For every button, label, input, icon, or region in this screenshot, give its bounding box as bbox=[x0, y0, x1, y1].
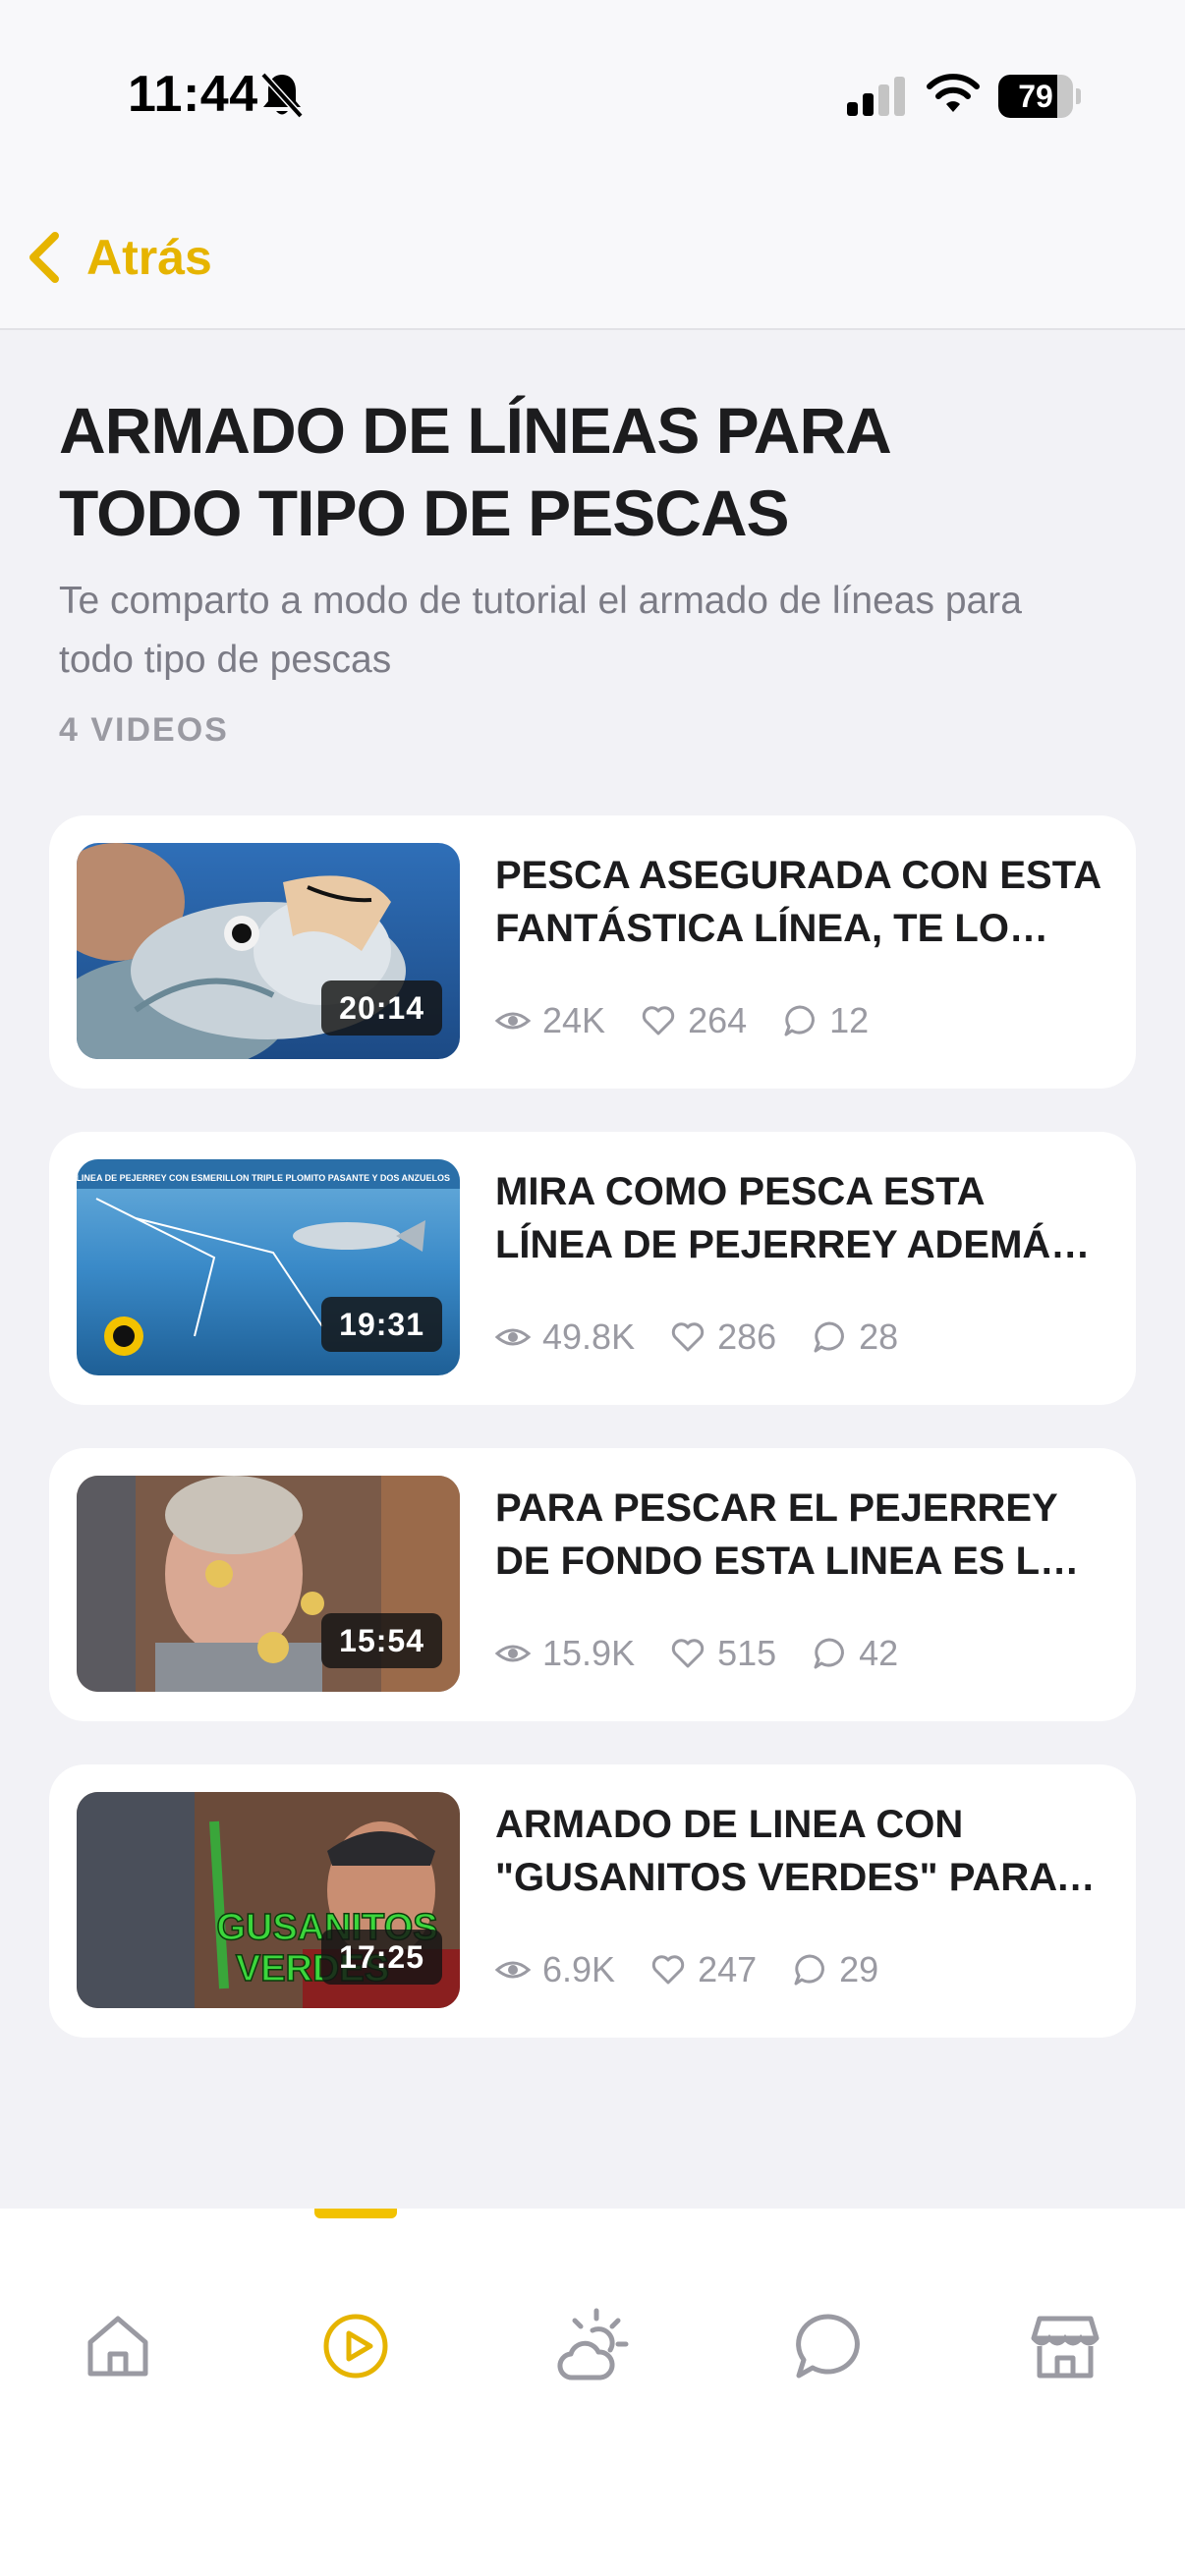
battery-level: 79 bbox=[1018, 79, 1053, 114]
video-title: ARMADO DE LINEA CON "GUSANITOS VERDES" P… bbox=[495, 1803, 1056, 1899]
video-duration: 19:31 bbox=[321, 1297, 442, 1352]
home-icon bbox=[87, 2316, 148, 2377]
cellular-signal-icon bbox=[847, 77, 905, 116]
video-stats: 24K 264 12 bbox=[495, 1000, 904, 1041]
video-stats: 6.9K 247 29 bbox=[495, 1949, 914, 1990]
back-button[interactable]: Atrás bbox=[22, 218, 212, 297]
comment-count: 28 bbox=[859, 1316, 899, 1357]
video-thumbnail: 20:14 bbox=[77, 843, 460, 1059]
heart-icon bbox=[671, 1639, 705, 1668]
view-count: 24K bbox=[542, 1000, 606, 1040]
battery-indicator: 79 bbox=[998, 75, 1081, 118]
thumbnail-caption: LINEA DE PEJERREY CON ESMERILLON TRIPLE … bbox=[77, 1173, 450, 1183]
comment-icon bbox=[784, 1005, 816, 1036]
tab-weather[interactable] bbox=[553, 2307, 632, 2385]
bell-slash-icon bbox=[260, 72, 304, 119]
back-label: Atrás bbox=[86, 230, 212, 285]
tab-chat[interactable] bbox=[789, 2307, 868, 2385]
heart-icon bbox=[651, 1955, 685, 1985]
video-duration: 15:54 bbox=[321, 1613, 442, 1668]
comment-count: 29 bbox=[839, 1949, 879, 1989]
comment-icon bbox=[814, 1638, 845, 1669]
view-count: 6.9K bbox=[542, 1949, 616, 1989]
status-bar: 11:44 79 bbox=[0, 0, 1185, 196]
status-time: 11:44 bbox=[128, 66, 258, 123]
heart-icon bbox=[671, 1322, 705, 1352]
video-stats: 15.9K 515 42 bbox=[495, 1633, 933, 1674]
eye-icon bbox=[495, 1961, 531, 1979]
comment-count: 12 bbox=[829, 1000, 870, 1040]
like-count: 247 bbox=[698, 1949, 758, 1989]
comment-count: 42 bbox=[859, 1633, 899, 1673]
store-icon bbox=[1031, 2316, 1100, 2379]
eye-icon bbox=[495, 1645, 531, 1662]
video-stats: 49.8K 286 28 bbox=[495, 1316, 933, 1358]
video-thumbnail: 15:54 bbox=[77, 1476, 460, 1692]
video-duration: 17:25 bbox=[321, 1930, 442, 1985]
video-list: 20:14 PESCA ASEGURADA CON ESTA FANTÁSTIC… bbox=[49, 815, 1136, 2081]
chat-icon bbox=[796, 2314, 860, 2379]
page-title: ARMADO DE LÍNEAS PARA TODO TIPO DE PESCA… bbox=[59, 394, 889, 549]
tab-home[interactable] bbox=[79, 2307, 157, 2385]
weather-icon bbox=[557, 2308, 629, 2380]
comment-icon bbox=[794, 1954, 825, 1986]
comment-icon bbox=[814, 1321, 845, 1353]
tab-store[interactable] bbox=[1026, 2307, 1104, 2385]
like-count: 515 bbox=[717, 1633, 777, 1673]
tab-bar bbox=[0, 2209, 1185, 2576]
video-card[interactable]: LINEA DE PEJERREY CON ESMERILLON TRIPLE … bbox=[49, 1132, 1136, 1405]
active-tab-indicator bbox=[314, 2209, 397, 2218]
video-card[interactable]: GUSANITOS VERDES 17:25 ARMADO DE LINEA C… bbox=[49, 1764, 1136, 2038]
wifi-icon bbox=[927, 74, 980, 112]
video-title: PESCA ASEGURADA CON ESTA FANTÁSTICA LÍNE… bbox=[495, 854, 1100, 950]
eye-icon bbox=[495, 1012, 531, 1030]
heart-icon bbox=[642, 1006, 675, 1036]
video-title: MIRA COMO PESCA ESTA LÍNEA DE PEJERREY A… bbox=[495, 1170, 1077, 1266]
tab-videos[interactable] bbox=[316, 2307, 395, 2385]
video-card[interactable]: 20:14 PESCA ASEGURADA CON ESTA FANTÁSTIC… bbox=[49, 815, 1136, 1089]
video-card[interactable]: 15:54 PARA PESCAR EL PEJERREY DE FONDO E… bbox=[49, 1448, 1136, 1721]
video-title: PARA PESCAR EL PEJERREY DE FONDO ESTA LI… bbox=[495, 1486, 1067, 1583]
video-duration: 20:14 bbox=[321, 980, 442, 1036]
like-count: 286 bbox=[717, 1316, 777, 1357]
view-count: 15.9K bbox=[542, 1633, 636, 1673]
chevron-left-icon bbox=[29, 232, 59, 283]
eye-icon bbox=[495, 1328, 531, 1346]
video-count: 4 VIDEOS bbox=[59, 711, 229, 749]
video-thumbnail: GUSANITOS VERDES 17:25 bbox=[77, 1792, 460, 2008]
playlist-description: Te comparto a modo de tutorial el armado… bbox=[59, 580, 1022, 681]
like-count: 264 bbox=[688, 1000, 748, 1040]
video-thumbnail: LINEA DE PEJERREY CON ESMERILLON TRIPLE … bbox=[77, 1159, 460, 1375]
play-icon bbox=[323, 2314, 388, 2379]
view-count: 49.8K bbox=[542, 1316, 636, 1357]
